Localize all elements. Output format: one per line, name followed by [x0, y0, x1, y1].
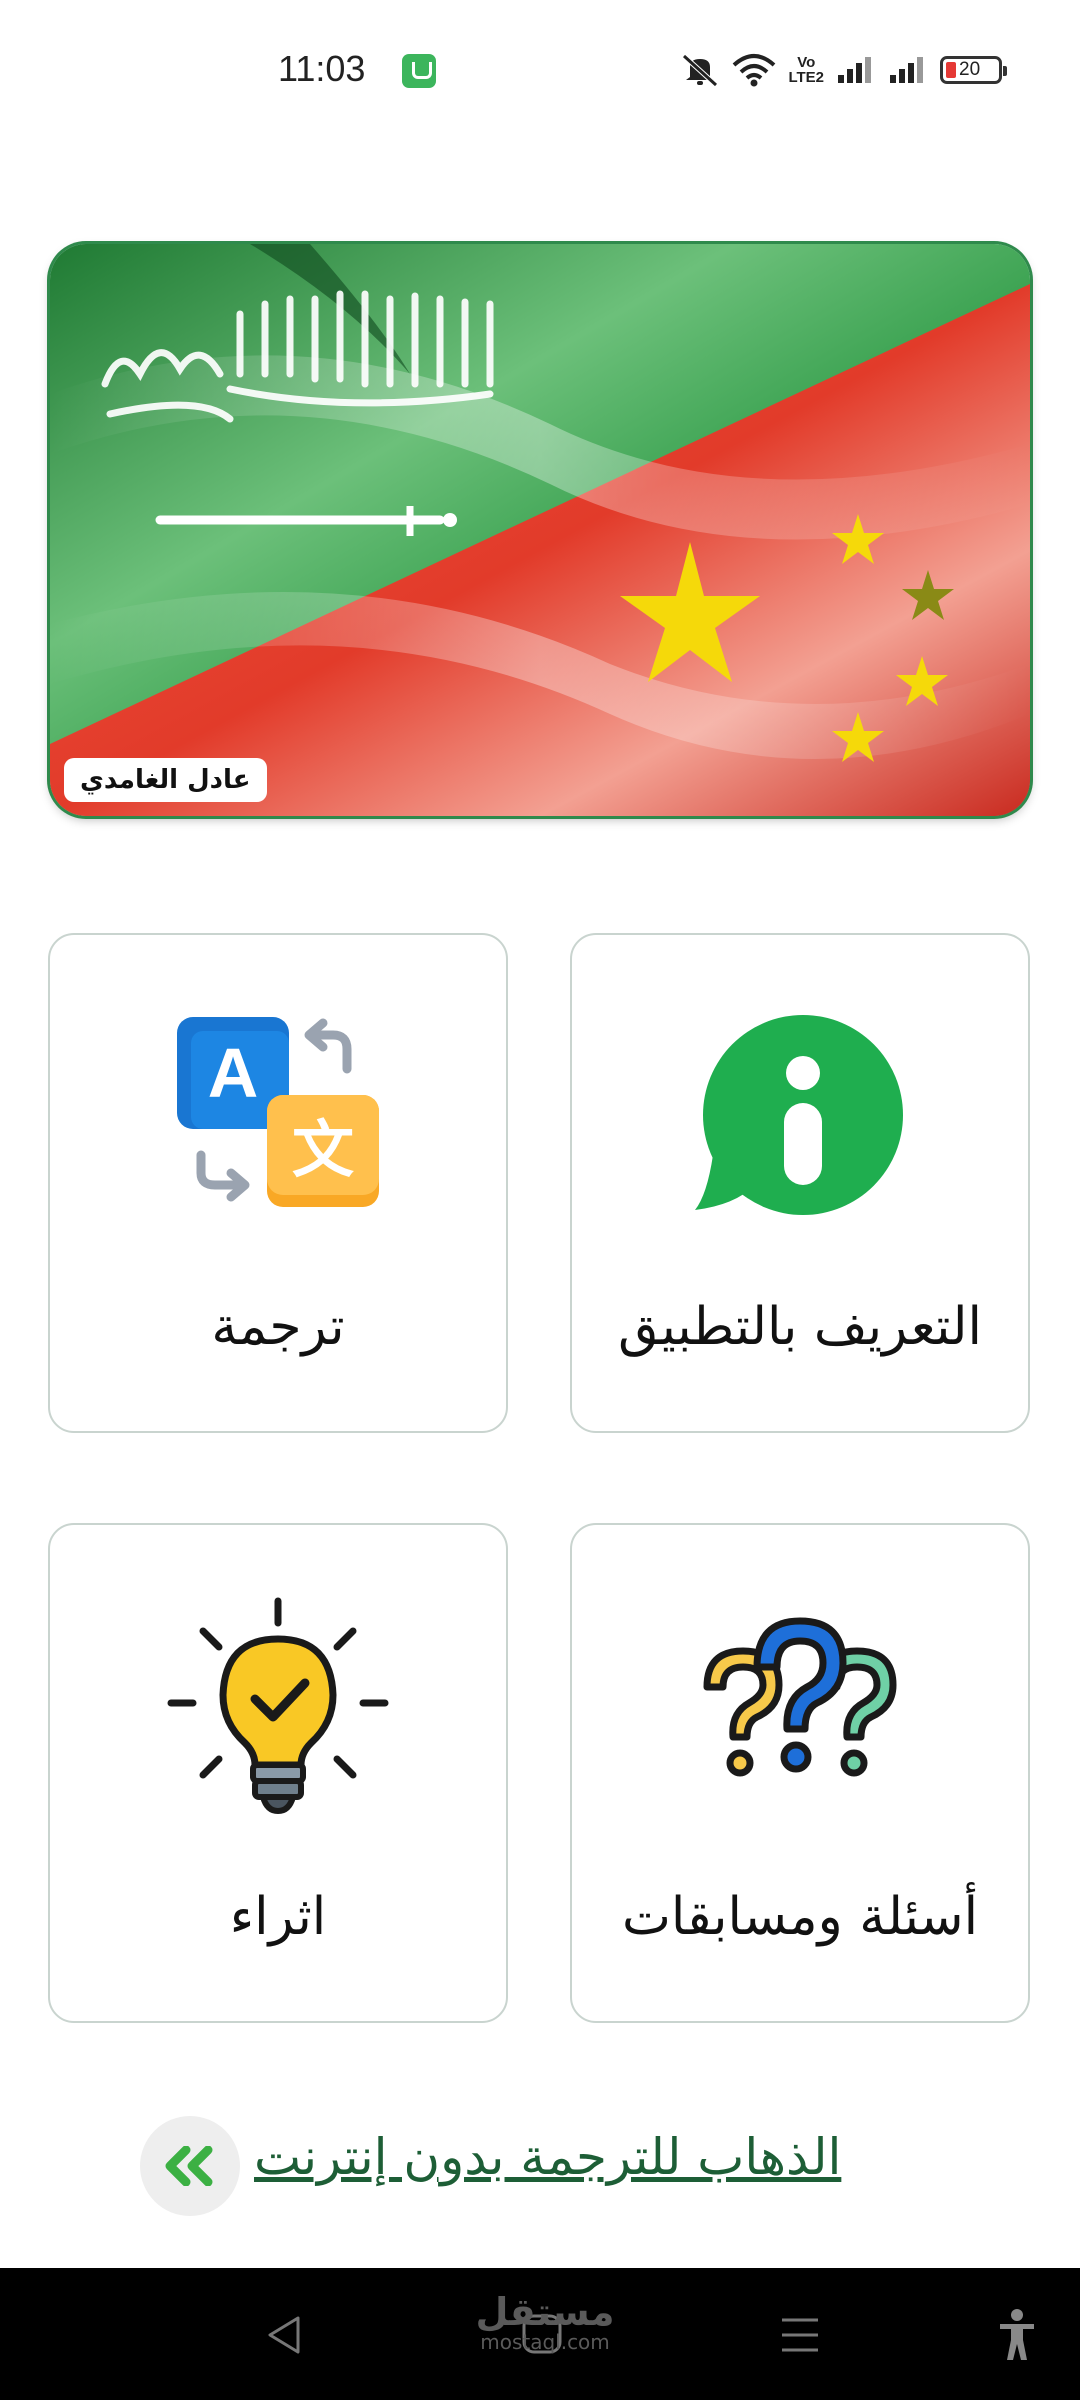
battery-level: 20 — [959, 59, 981, 80]
watermark: مستقل mostaql.com — [470, 2292, 620, 2352]
double-chevron-left-icon — [165, 2146, 213, 2186]
quiz-card[interactable]: أسئلة ومسابقات — [570, 1523, 1030, 2023]
back-icon[interactable] — [264, 2314, 304, 2356]
recents-menu-icon[interactable] — [780, 2316, 820, 2354]
svg-text:文: 文 — [292, 1113, 354, 1186]
svg-text:A: A — [208, 1034, 259, 1112]
about-app-label: التعريف بالتطبيق — [618, 1297, 982, 1357]
mute-icon — [682, 54, 719, 87]
status-time: 11:03 — [278, 48, 366, 89]
signal-icon-2 — [890, 57, 923, 83]
navigation-bar: مستقل mostaql.com — [0, 2268, 1080, 2400]
offline-translation-link[interactable]: الذهاب للترجمة بدون إنترنت — [254, 2128, 841, 2186]
status-bar: 11:03 Vo LTE2 20 — [0, 0, 1080, 145]
question-marks-icon — [703, 1617, 897, 1777]
volte-label-top: Vo — [797, 54, 816, 71]
author-tag: عادل الغامدي — [64, 758, 267, 802]
lightbulb-icon — [167, 1597, 389, 1815]
quiz-label: أسئلة ومسابقات — [621, 1887, 979, 1947]
volte-icon: Vo LTE2 — [788, 55, 824, 85]
offline-arrow-button[interactable] — [140, 2116, 240, 2216]
info-chat-icon — [695, 1015, 903, 1215]
enrich-card[interactable]: اثراء — [48, 1523, 508, 2023]
watermark-main: مستقل — [475, 2290, 615, 2334]
battery-icon: 20 — [940, 56, 1007, 84]
signal-icon-1 — [838, 57, 871, 83]
flags-banner: عادل الغامدي — [50, 244, 1030, 816]
wifi-icon — [733, 54, 776, 87]
offline-translation-row: الذهاب للترجمة بدون إنترنت — [0, 2110, 1080, 2220]
status-icons: Vo LTE2 20 — [680, 50, 1007, 90]
translate-icon: A 文 — [177, 1017, 379, 1207]
app-notification-icon — [402, 54, 436, 88]
about-app-card[interactable]: التعريف بالتطبيق — [570, 933, 1030, 1433]
translate-card[interactable]: A 文 ترجمة — [48, 933, 508, 1433]
accessibility-icon[interactable] — [996, 2308, 1038, 2362]
volte-label-bottom: LTE2 — [788, 69, 824, 86]
enrich-label: اثراء — [229, 1887, 327, 1947]
translate-label: ترجمة — [211, 1297, 345, 1357]
watermark-sub: mostaql.com — [480, 2330, 610, 2354]
saudi-china-flags-image — [50, 244, 1030, 816]
